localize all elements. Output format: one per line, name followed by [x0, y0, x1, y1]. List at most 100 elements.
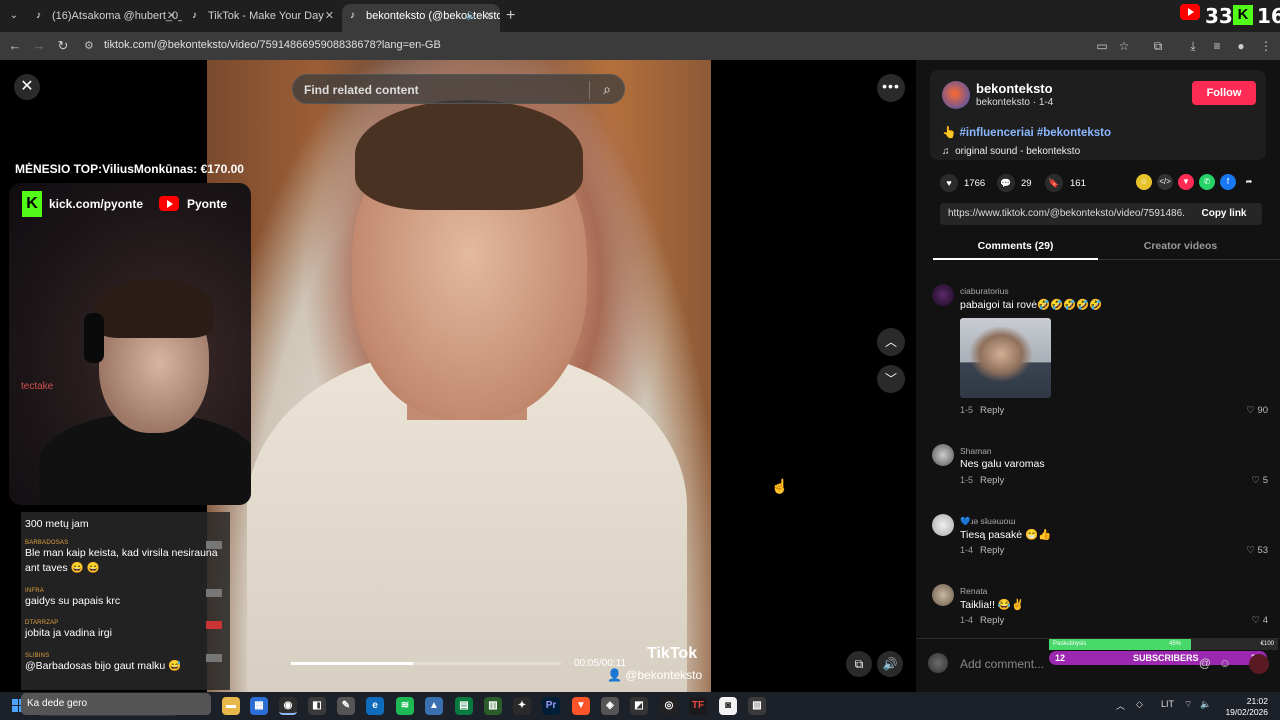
send-icon[interactable]: ▼ — [1178, 174, 1194, 190]
profile-avatar-icon[interactable]: ● — [1233, 38, 1249, 54]
app-icon-5[interactable]: ✦ — [513, 697, 531, 715]
commenter-avatar[interactable] — [932, 584, 954, 606]
comment-like[interactable]: ♡ 4 — [1252, 615, 1268, 626]
tab-search-icon[interactable]: ⌄ — [6, 8, 22, 24]
app-icon-10[interactable]: ▧ — [748, 697, 766, 715]
bookmark-star-icon[interactable]: ☆ — [1116, 38, 1132, 54]
close-video-icon[interactable]: ✕ — [14, 74, 40, 100]
tab-creator-videos[interactable]: Creator videos — [1098, 240, 1263, 260]
back-icon[interactable]: ← — [6, 37, 24, 55]
follow-button[interactable]: Follow — [1192, 81, 1256, 105]
facebook-icon[interactable]: f — [1220, 174, 1236, 190]
coin-icon[interactable]: ☺ — [1136, 174, 1152, 190]
author-avatar[interactable] — [942, 81, 970, 109]
hashtags[interactable]: 👆 #influenceriai #bekonteksto — [942, 125, 1111, 139]
tray-overflow-icon[interactable]: ︿ — [1116, 699, 1125, 712]
whatsapp-icon[interactable]: ✆ — [1199, 174, 1215, 190]
comment-like[interactable]: ♡ 5 — [1252, 475, 1268, 486]
floating-player-icon[interactable]: ⧉ — [846, 651, 872, 677]
media-control-icon[interactable]: ≡ — [1209, 38, 1225, 54]
comment-like[interactable]: ♡ 90 — [1246, 405, 1268, 416]
taskbar-clock[interactable]: 21:02 19/02/2026 — [1222, 696, 1268, 718]
share-arrow-icon[interactable]: ➦ — [1241, 174, 1257, 190]
premiere-icon[interactable]: Pr — [542, 697, 560, 715]
app-icon-7[interactable]: ◩ — [630, 697, 648, 715]
app-icon-4[interactable]: ▥ — [484, 697, 502, 715]
share-link-field[interactable]: https://www.tiktok.com/@bekonteksto/vide… — [940, 203, 1186, 225]
reply-button[interactable]: Reply — [980, 545, 1004, 556]
new-tab-button[interactable]: + — [506, 7, 515, 25]
search-icon[interactable]: ⌕ — [598, 80, 616, 98]
extensions-icon[interactable]: ⧉ — [1150, 38, 1166, 54]
like-count: 1766 — [964, 178, 986, 189]
mouse-cursor-icon: ☝ — [771, 478, 789, 494]
wifi-icon[interactable]: ⌔ — [1184, 699, 1192, 710]
brave-icon[interactable]: ▼ — [572, 697, 590, 715]
previous-video-icon[interactable]: ︿ — [877, 328, 905, 356]
commenter-name[interactable]: 💙ɹǝ sʇuǝɯoɯ — [960, 516, 1015, 527]
sound-text[interactable]: original sound - bekonteksto — [955, 146, 1080, 157]
app-icon-6[interactable]: ◈ — [601, 697, 619, 715]
author-name[interactable]: bekonteksto — [976, 81, 1053, 96]
close-tab-icon[interactable]: ✕ — [325, 4, 334, 28]
download-icon[interactable]: ⤓ — [1185, 38, 1201, 54]
post-comment-icon[interactable] — [1249, 654, 1269, 674]
reply-button[interactable]: Reply — [980, 615, 1004, 626]
emoji-icon[interactable]: ☺ — [1217, 655, 1233, 671]
tab-atsakoma[interactable]: ♪ (16)Atsakoma @hubert_0_0 #Lo ✕ — [28, 4, 182, 32]
video-player[interactable] — [207, 60, 711, 692]
heart-icon[interactable]: ♥ — [940, 174, 958, 192]
sound-info[interactable]: ♫ original sound - bekonteksto — [942, 146, 1080, 157]
app-icon-1[interactable]: ◧ — [308, 697, 326, 715]
commenter-avatar[interactable] — [932, 444, 954, 466]
embed-icon[interactable]: </> — [1157, 174, 1173, 190]
edge-icon[interactable]: e — [366, 697, 384, 715]
comment-like[interactable]: ♡ 53 — [1246, 545, 1268, 556]
tab-tiktok-home[interactable]: ♪ TikTok - Make Your Day ✕ — [184, 4, 340, 32]
store-icon[interactable]: ▦ — [250, 697, 268, 715]
chat-input-field[interactable]: Ka dede gero — [21, 693, 211, 715]
add-comment-input[interactable]: Add comment... — [960, 657, 1044, 671]
video-progress-bar[interactable] — [291, 662, 561, 665]
app-icon-9[interactable]: ◙ — [719, 697, 737, 715]
site-info-icon[interactable]: ⚙ — [84, 39, 94, 52]
hashtags-text[interactable]: #influenceriai #bekonteksto — [960, 127, 1111, 139]
app-icon-3[interactable]: ▤ — [455, 697, 473, 715]
reply-button[interactable]: Reply — [980, 405, 1004, 416]
commenter-name[interactable]: Renata — [960, 586, 987, 596]
tray-app-icon[interactable]: ◇ — [1136, 699, 1143, 710]
commenter-avatar[interactable] — [932, 284, 954, 306]
reload-icon[interactable]: ↻ — [54, 37, 72, 55]
photos-icon[interactable]: ▲ — [425, 697, 443, 715]
chrome-icon[interactable]: ◉ — [279, 697, 297, 715]
app-icon-8[interactable]: TF — [689, 697, 707, 715]
file-explorer-icon[interactable]: ▬ — [222, 697, 240, 715]
cast-icon[interactable]: ▭ — [1094, 38, 1110, 54]
reply-button[interactable]: Reply — [980, 475, 1004, 486]
language-indicator[interactable]: LIT — [1161, 699, 1174, 709]
url-field[interactable]: tiktok.com/@bekonteksto/video/7591486695… — [104, 39, 441, 51]
volume-icon[interactable]: 🔊 — [877, 651, 903, 677]
spotify-icon[interactable]: ≋ — [396, 697, 414, 715]
speaker-icon[interactable]: 🔈 — [466, 4, 478, 28]
commenter-avatar[interactable] — [932, 514, 954, 536]
tab-bekonteksto[interactable]: ♪ bekonteksto (@bekonteksto) 🔈 ✕ — [342, 4, 500, 32]
commenter-name[interactable]: Shaman — [960, 446, 992, 456]
close-tab-icon[interactable]: ✕ — [485, 4, 494, 28]
bookmark-icon[interactable]: 🔖 — [1045, 174, 1063, 192]
browser-menu-icon[interactable]: ⋮ — [1258, 38, 1274, 54]
obs-icon[interactable]: ◎ — [660, 697, 678, 715]
close-tab-icon[interactable]: ✕ — [167, 4, 176, 28]
mention-icon[interactable]: @ — [1197, 655, 1213, 671]
comment-image[interactable] — [960, 318, 1051, 398]
tab-comments[interactable]: Comments (29) — [933, 240, 1098, 260]
next-video-icon[interactable]: ﹀ — [877, 365, 905, 393]
comment-icon[interactable]: 💬 — [997, 174, 1015, 192]
commenter-name[interactable]: ciaburatorius — [960, 286, 1009, 296]
forward-icon[interactable]: → — [30, 37, 48, 55]
copy-link-button[interactable]: Copy link — [1186, 203, 1262, 225]
app-icon-2[interactable]: ✎ — [337, 697, 355, 715]
more-options-icon[interactable]: ••• — [877, 74, 905, 102]
volume-tray-icon[interactable]: 🔈 — [1200, 699, 1211, 710]
related-search-input[interactable]: Find related content ⌕ — [292, 74, 625, 104]
